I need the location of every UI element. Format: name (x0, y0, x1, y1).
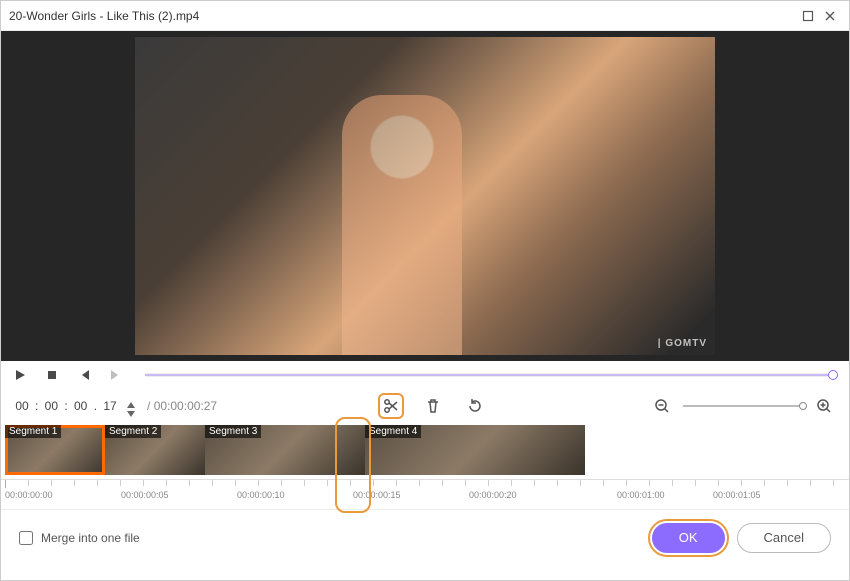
segment-strip: Segment 1 Segment 2 Segment 3 Segment 4 (5, 425, 849, 475)
cut-button[interactable] (378, 393, 404, 419)
time-mm: 00 (42, 397, 60, 415)
play-button[interactable] (9, 364, 31, 386)
total-duration: / 00:00:00:27 (147, 399, 217, 413)
time-step-down[interactable] (125, 406, 137, 415)
rotate-icon (467, 398, 483, 414)
cancel-button[interactable]: Cancel (737, 523, 831, 553)
time-ss: 00 (72, 397, 90, 415)
zoom-controls (649, 393, 837, 419)
reset-button[interactable] (462, 393, 488, 419)
segment-thumb[interactable]: Segment 2 (105, 425, 205, 475)
video-preview-area: | GOMTV (1, 31, 849, 361)
segment-thumb[interactable]: Segment 3 (205, 425, 365, 475)
time-step-up[interactable] (125, 397, 137, 406)
zoom-knob[interactable] (799, 402, 807, 410)
zoom-in-button[interactable] (811, 393, 837, 419)
progress-knob[interactable] (828, 370, 838, 380)
segment-thumb[interactable]: Segment 4 (365, 425, 585, 475)
time-spinner (125, 397, 137, 415)
prev-frame-button[interactable] (73, 364, 95, 386)
next-frame-button[interactable] (105, 364, 127, 386)
zoom-out-button[interactable] (649, 393, 675, 419)
merge-checkbox-row[interactable]: Merge into one file (19, 531, 140, 545)
segment-label: Segment 3 (205, 425, 261, 438)
ruler-label: 00:00:00:00 (5, 490, 53, 500)
ruler-label: 00:00:00:15 (353, 490, 401, 500)
progress-track (145, 374, 833, 376)
zoom-slider[interactable] (683, 405, 803, 407)
titlebar: 20-Wonder Girls - Like This (2).mp4 (1, 1, 849, 31)
ruler-label: 00:00:00:05 (121, 490, 169, 500)
segment-label: Segment 4 (365, 425, 421, 438)
video-watermark: | GOMTV (658, 338, 707, 349)
ruler-label: 00:00:01:00 (617, 490, 665, 500)
current-time-input[interactable]: 00: 00: 00. 17 (13, 397, 137, 415)
time-ruler[interactable]: 00:00:00:00 00:00:00:05 00:00:00:10 00:00:0… (1, 479, 849, 509)
segment-label: Segment 1 (5, 425, 61, 438)
segment-thumb[interactable]: Segment 1 (5, 425, 105, 475)
time-tool-bar: 00: 00: 00. 17 / 00:00:00:27 (1, 389, 849, 423)
zoom-in-icon (816, 398, 832, 414)
playback-controls (1, 361, 849, 389)
progress-bar[interactable] (145, 373, 833, 377)
edit-tools (223, 393, 643, 419)
window-title: 20-Wonder Girls - Like This (2).mp4 (9, 9, 797, 23)
close-button[interactable] (819, 5, 841, 27)
ruler-label: 00:00:00:10 (237, 490, 285, 500)
merge-checkbox[interactable] (19, 531, 33, 545)
segment-label: Segment 2 (105, 425, 161, 438)
zoom-out-icon (654, 398, 670, 414)
trash-icon (425, 398, 441, 414)
ruler-label: 00:00:01:05 (713, 490, 761, 500)
time-ff: 17 (101, 397, 119, 415)
footer-bar: Merge into one file OK Cancel (1, 509, 849, 565)
maximize-button[interactable] (797, 5, 819, 27)
time-hh: 00 (13, 397, 31, 415)
ruler-label: 00:00:00:20 (469, 490, 517, 500)
ok-button[interactable]: OK (652, 523, 725, 553)
timeline: Segment 1 Segment 2 Segment 3 Segment 4 00:… (1, 423, 849, 509)
delete-button[interactable] (420, 393, 446, 419)
scissors-icon (383, 398, 399, 414)
stop-button[interactable] (41, 364, 63, 386)
video-frame-content (342, 95, 462, 355)
editor-window: 20-Wonder Girls - Like This (2).mp4 | GO… (0, 0, 850, 581)
video-frame: | GOMTV (135, 37, 715, 355)
merge-label: Merge into one file (41, 531, 140, 545)
